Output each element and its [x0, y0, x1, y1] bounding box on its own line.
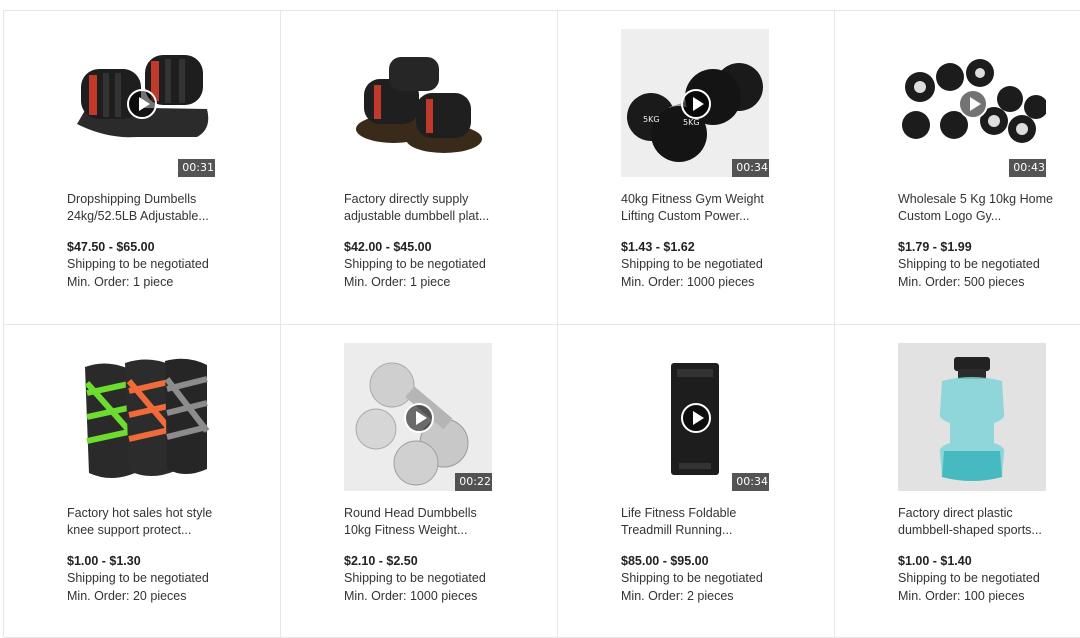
- product-grid: 00:31 Dropshipping Dumbells 24kg/52.5LB …: [3, 10, 1080, 638]
- play-icon[interactable]: [681, 403, 711, 433]
- product-title[interactable]: 40kg Fitness Gym Weight Lifting Custom P…: [621, 191, 776, 225]
- product-title[interactable]: Wholesale 5 Kg 10kg Home Custom Logo Gy.…: [898, 191, 1053, 225]
- shipping-info: Shipping to be negotiated: [621, 571, 763, 585]
- product-title[interactable]: Factory direct plastic dumbbell-shaped s…: [898, 505, 1053, 539]
- play-icon[interactable]: [404, 403, 434, 433]
- product-card[interactable]: 00:43 Wholesale 5 Kg 10kg Home Custom Lo…: [835, 11, 1080, 325]
- product-title[interactable]: Round Head Dumbbells 10kg Fitness Weight…: [344, 505, 499, 539]
- adjustable-dumbbell-set-image: [356, 57, 482, 153]
- min-order: Min. Order: 1 piece: [67, 275, 174, 289]
- product-title[interactable]: Dropshipping Dumbells 24kg/52.5LB Adjust…: [67, 191, 222, 225]
- product-card[interactable]: Factory hot sales hot style knee support…: [4, 325, 281, 638]
- min-order: Min. Order: 500 pieces: [898, 275, 1025, 289]
- product-image[interactable]: 00:22: [344, 343, 492, 491]
- shipping-info: Shipping to be negotiated: [67, 257, 209, 271]
- dumbbell-water-bottle-image: [898, 343, 1046, 491]
- product-card[interactable]: 00:34 Life Fitness Foldable Treadmill Ru…: [558, 325, 835, 638]
- product-price: $1.43 - $1.62: [621, 240, 695, 254]
- min-order: Min. Order: 1000 pieces: [344, 589, 478, 603]
- shipping-info: Shipping to be negotiated: [621, 257, 763, 271]
- play-icon[interactable]: [681, 89, 711, 119]
- knee-support-image: [84, 358, 210, 478]
- product-price: $1.00 - $1.40: [898, 554, 972, 568]
- video-duration-badge: 00:43: [1009, 159, 1046, 177]
- product-title[interactable]: Factory hot sales hot style knee support…: [67, 505, 222, 539]
- product-image[interactable]: [898, 343, 1046, 491]
- product-image[interactable]: 5KG 5KG 00:34: [621, 29, 769, 177]
- min-order: Min. Order: 20 pieces: [67, 589, 187, 603]
- product-price: $2.10 - $2.50: [344, 554, 418, 568]
- product-price: $1.79 - $1.99: [898, 240, 972, 254]
- shipping-info: Shipping to be negotiated: [344, 571, 486, 585]
- min-order: Min. Order: 1000 pieces: [621, 275, 755, 289]
- min-order: Min. Order: 100 pieces: [898, 589, 1025, 603]
- product-card[interactable]: 00:31 Dropshipping Dumbells 24kg/52.5LB …: [4, 11, 281, 325]
- product-title[interactable]: Factory directly supply adjustable dumbb…: [344, 191, 499, 225]
- video-duration-badge: 00:34: [732, 473, 769, 491]
- svg-text:5KG: 5KG: [643, 115, 660, 124]
- min-order: Min. Order: 1 piece: [344, 275, 451, 289]
- svg-text:5KG: 5KG: [683, 118, 700, 127]
- product-card[interactable]: 5KG 5KG 00:34 40kg Fitness Gym Weight Li…: [558, 11, 835, 325]
- product-price: $85.00 - $95.00: [621, 554, 709, 568]
- product-price: $47.50 - $65.00: [67, 240, 155, 254]
- product-card[interactable]: Factory directly supply adjustable dumbb…: [281, 11, 558, 325]
- video-duration-badge: 00:34: [732, 159, 769, 177]
- video-duration-badge: 00:22: [455, 473, 492, 491]
- product-image[interactable]: [67, 343, 215, 491]
- shipping-info: Shipping to be negotiated: [898, 257, 1040, 271]
- product-title[interactable]: Life Fitness Foldable Treadmill Running.…: [621, 505, 776, 539]
- shipping-info: Shipping to be negotiated: [344, 257, 486, 271]
- shipping-info: Shipping to be negotiated: [898, 571, 1040, 585]
- product-image[interactable]: [344, 29, 492, 177]
- product-card[interactable]: 00:22 Round Head Dumbbells 10kg Fitness …: [281, 325, 558, 638]
- product-price: $42.00 - $45.00: [344, 240, 432, 254]
- product-image[interactable]: 00:43: [898, 29, 1046, 177]
- play-icon[interactable]: [127, 89, 157, 119]
- product-image[interactable]: 00:31: [67, 29, 215, 177]
- video-duration-badge: 00:31: [178, 159, 215, 177]
- product-price: $1.00 - $1.30: [67, 554, 141, 568]
- play-icon[interactable]: [958, 89, 988, 119]
- product-image[interactable]: 00:34: [621, 343, 769, 491]
- shipping-info: Shipping to be negotiated: [67, 571, 209, 585]
- product-card[interactable]: Factory direct plastic dumbbell-shaped s…: [835, 325, 1080, 638]
- min-order: Min. Order: 2 pieces: [621, 589, 734, 603]
